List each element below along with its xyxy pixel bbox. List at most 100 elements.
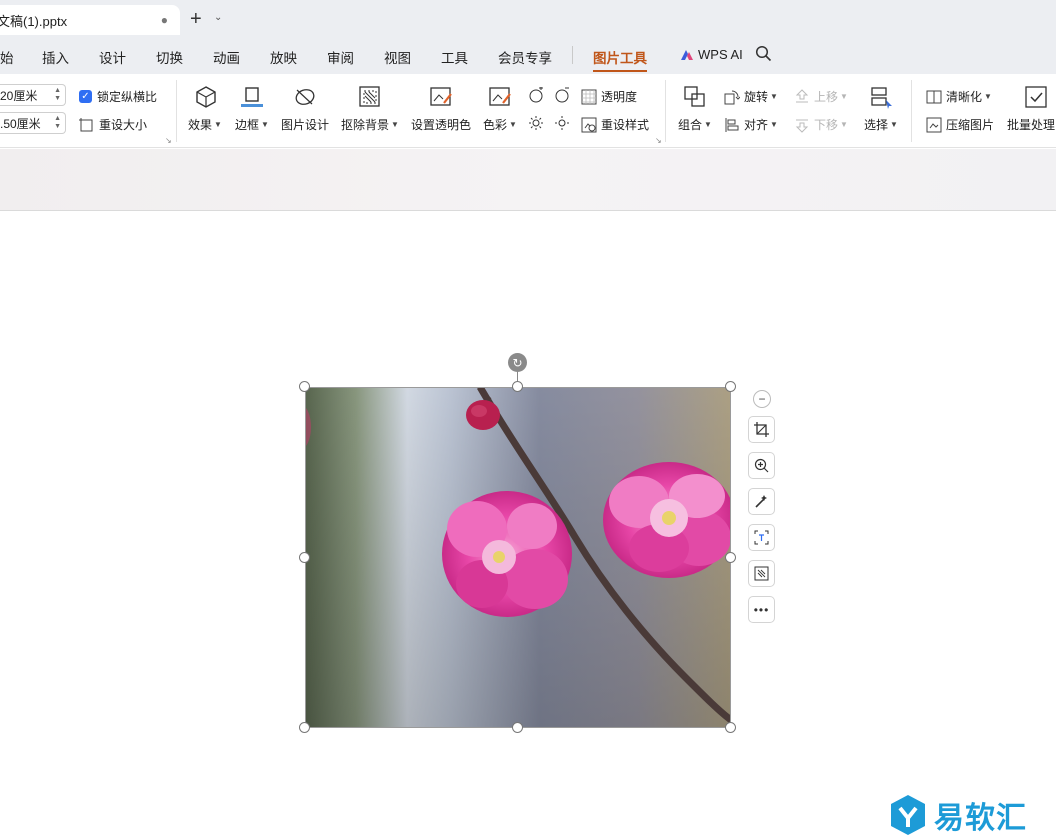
dialog-launcher-icon[interactable]: ↘ <box>165 136 172 145</box>
menu-member[interactable]: 会员专享 <box>498 47 552 67</box>
checkbox-checked-icon: ✓ <box>79 90 92 103</box>
brightness-up-icon[interactable] <box>528 115 544 131</box>
chevron-down-icon: ▼ <box>984 92 992 101</box>
zoom-in-icon <box>754 458 769 473</box>
picture-design-icon <box>295 89 315 105</box>
menu-start[interactable]: 始 <box>0 47 14 67</box>
remove-bg-quick-button[interactable] <box>748 560 775 587</box>
reset-style-label: 重设样式 <box>601 118 650 132</box>
contrast-down-icon[interactable] <box>554 87 570 103</box>
resize-handle-sw[interactable] <box>299 722 310 733</box>
zoom-button[interactable] <box>748 452 775 479</box>
effects-button[interactable]: 效果 ▼ <box>188 116 222 133</box>
bring-forward-button[interactable]: 上移 ▼ <box>794 88 848 105</box>
selected-picture[interactable] <box>305 387 731 728</box>
contrast-up-icon[interactable] <box>528 87 544 103</box>
chevron-down-icon: ▼ <box>704 120 712 129</box>
wps-ai-button[interactable]: WPS AI <box>680 47 743 62</box>
resize-handle-e[interactable] <box>725 552 736 563</box>
picture-design-label: 图片设计 <box>281 118 330 132</box>
picture-design-button[interactable]: 图片设计 <box>281 116 329 133</box>
stepper-icon[interactable]: ▲ ▼ <box>54 115 61 131</box>
select-button[interactable]: 选择 ▼ <box>864 116 898 133</box>
document-tab-name: 文稿(1).pptx <box>0 13 68 29</box>
set-transparent-button[interactable]: 设置透明色 <box>411 116 471 133</box>
resize-handle-s[interactable] <box>512 722 523 733</box>
collapse-toolbar-icon[interactable]: − <box>753 390 771 408</box>
batch-process-icon <box>1025 86 1047 108</box>
magic-wand-icon <box>755 495 767 508</box>
rotate-icon <box>724 90 740 104</box>
select-label: 选择 <box>864 118 889 132</box>
transparency-label: 透明度 <box>601 90 638 104</box>
lock-ratio-label: 锁定纵横比 <box>97 90 158 104</box>
select-pane-icon <box>871 87 892 109</box>
menu-animation[interactable]: 动画 <box>213 47 240 67</box>
search-icon[interactable] <box>755 45 772 62</box>
sharpen-button[interactable]: 清晰化 ▼ <box>926 88 992 105</box>
align-label: 对齐 <box>744 118 769 132</box>
reset-style-icon <box>581 117 597 132</box>
compress-button[interactable]: 压缩图片 <box>926 116 994 133</box>
align-button[interactable]: 对齐 ▼ <box>724 116 778 133</box>
dialog-launcher-icon[interactable]: ↘ <box>655 136 662 145</box>
chevron-down-icon: ▼ <box>890 120 898 129</box>
extract-text-button[interactable] <box>748 524 775 551</box>
color-button[interactable]: 色彩 ▼ <box>483 116 517 133</box>
send-backward-label: 下移 <box>814 118 839 132</box>
resize-handle-w[interactable] <box>299 552 310 563</box>
unsaved-dot[interactable]: ● <box>161 13 168 27</box>
menu-design[interactable]: 设计 <box>99 47 126 67</box>
ribbon-toolbar <box>0 74 1056 148</box>
chevron-down-icon: ▼ <box>391 120 399 129</box>
transparency-icon <box>581 89 597 104</box>
effects-icon <box>196 86 216 108</box>
width-input[interactable]: .50厘米 ▲ ▼ <box>0 112 66 134</box>
reset-size-label: 重设大小 <box>99 118 148 132</box>
batch-process-button[interactable]: 批量处理 <box>1007 116 1055 133</box>
transparency-button[interactable]: 透明度 <box>581 88 637 105</box>
reset-style-button[interactable]: 重设样式 <box>581 116 649 133</box>
reset-size-icon <box>79 117 93 131</box>
menu-tools[interactable]: 工具 <box>441 47 468 67</box>
lock-ratio-checkbox[interactable]: ✓ 锁定纵横比 <box>79 88 157 105</box>
chevron-down-icon[interactable]: ⌄ <box>214 12 222 23</box>
send-backward-button[interactable]: 下移 ▼ <box>794 116 848 133</box>
bring-forward-icon <box>795 88 809 102</box>
remove-background-icon <box>359 86 380 107</box>
menu-insert[interactable]: 插入 <box>42 47 69 67</box>
magic-tool-button[interactable] <box>748 488 775 515</box>
group-icon <box>684 86 705 107</box>
menu-view[interactable]: 视图 <box>384 47 411 67</box>
menu-review[interactable]: 审阅 <box>327 47 354 67</box>
group-button[interactable]: 组合 ▼ <box>678 116 712 133</box>
menu-picture-tools[interactable]: 图片工具 <box>593 47 647 72</box>
width-value: .50厘米 <box>0 116 41 131</box>
border-button[interactable]: 边框 ▼ <box>235 116 269 133</box>
color-icon <box>489 87 511 106</box>
rotate-handle-icon[interactable]: ↻ <box>508 353 527 372</box>
rotate-button[interactable]: 旋转 ▼ <box>724 88 778 105</box>
stepper-icon[interactable]: ▲ ▼ <box>54 87 61 103</box>
resize-handle-ne[interactable] <box>725 381 736 392</box>
resize-handle-se[interactable] <box>725 722 736 733</box>
height-input[interactable]: 20厘米 ▲ ▼ <box>0 84 66 106</box>
send-backward-icon <box>795 119 809 133</box>
more-options-button[interactable]: ••• <box>748 596 775 623</box>
reset-size-button[interactable]: 重设大小 <box>79 116 147 133</box>
crop-button[interactable] <box>748 416 775 443</box>
extract-text-icon <box>754 530 769 545</box>
menu-transition[interactable]: 切换 <box>156 47 183 67</box>
document-tab[interactable]: 文稿(1).pptx ● <box>0 5 180 35</box>
compress-icon <box>926 117 942 132</box>
remove-background-button[interactable]: 抠除背景 ▼ <box>341 116 399 133</box>
ribbon-bottom-area <box>0 149 1056 211</box>
title-bar: 文稿(1).pptx ● + ⌄ <box>0 0 1056 38</box>
brightness-down-icon[interactable] <box>554 115 570 131</box>
resize-handle-n[interactable] <box>512 381 523 392</box>
menu-slideshow[interactable]: 放映 <box>270 47 297 67</box>
wps-ai-label: WPS AI <box>698 47 743 62</box>
effects-label: 效果 <box>188 118 213 132</box>
resize-handle-nw[interactable] <box>299 381 310 392</box>
new-tab-button[interactable]: + <box>190 9 202 29</box>
